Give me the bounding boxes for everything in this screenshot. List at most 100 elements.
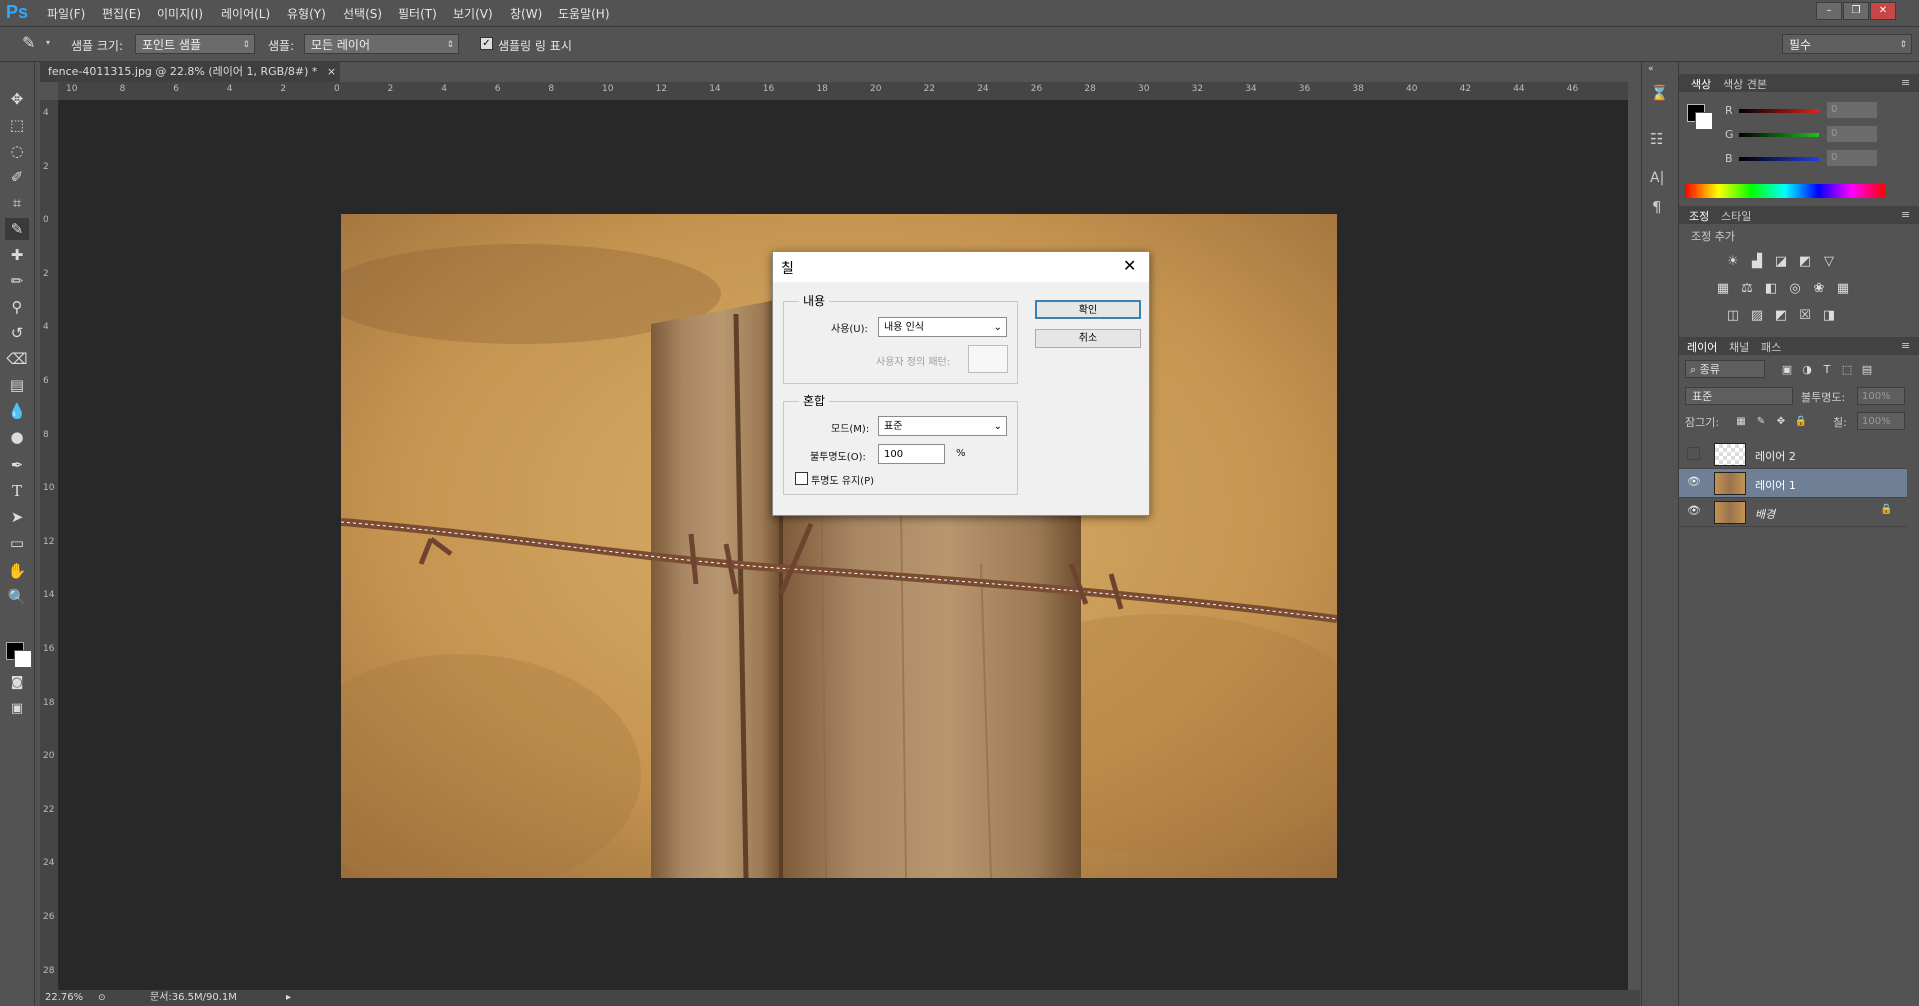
brightness-icon[interactable]: ☀ [1725, 255, 1741, 269]
smart-object-filter-icon[interactable]: ▤ [1859, 363, 1875, 377]
photo-filter-icon[interactable]: ◎ [1787, 282, 1803, 296]
quick-mask-icon[interactable]: ◙ [5, 672, 29, 694]
lock-position-icon[interactable]: ✥ [1773, 415, 1789, 429]
dialog-titlebar[interactable]: 칠 ✕ [773, 252, 1149, 282]
character-panel-icon[interactable]: A| [1650, 170, 1664, 186]
custom-pattern-picker[interactable] [968, 345, 1008, 373]
shape-filter-icon[interactable]: ⬚ [1839, 363, 1855, 377]
layer-row-selected[interactable]: 👁 레이어 1 [1679, 469, 1907, 498]
pen-tool-icon[interactable]: ✒ [5, 454, 29, 476]
menu-filter[interactable]: 필터(T) [398, 5, 437, 22]
eraser-tool-icon[interactable]: ⌫ [5, 348, 29, 370]
menu-help[interactable]: 도움말(H) [558, 5, 610, 22]
fill-input[interactable]: 100% [1857, 412, 1905, 430]
menu-layer[interactable]: 레이어(L) [221, 5, 270, 22]
panel-menu-icon[interactable]: ≡ [1901, 76, 1910, 89]
close-tab-icon[interactable]: × [327, 65, 336, 78]
green-value-input[interactable]: 0 [1827, 126, 1877, 142]
channel-mixer-icon[interactable]: ❀ [1811, 282, 1827, 296]
sample-select[interactable]: 모든 레이어 ⇕ [304, 34, 459, 54]
zoom-tool-icon[interactable]: 🔍 [5, 586, 29, 608]
menu-image[interactable]: 이미지(I) [157, 5, 203, 22]
lock-all-icon[interactable]: 🔒 [1793, 415, 1809, 429]
lock-pixels-icon[interactable]: ✎ [1753, 415, 1769, 429]
threshold-icon[interactable]: ◩ [1773, 309, 1789, 323]
pixel-filter-icon[interactable]: ▣ [1779, 363, 1795, 377]
menu-file[interactable]: 파일(F) [47, 5, 85, 22]
black-white-icon[interactable]: ◧ [1763, 282, 1779, 296]
quick-select-tool-icon[interactable]: ✐ [5, 166, 29, 188]
paragraph-panel-icon[interactable]: ¶ [1652, 198, 1662, 216]
layer-row[interactable]: 레이어 2 [1679, 440, 1907, 469]
blend-mode-select[interactable]: 표준 [1685, 387, 1793, 405]
clone-stamp-tool-icon[interactable]: ⚲ [5, 296, 29, 318]
dodge-tool-icon[interactable]: ● [5, 426, 29, 448]
menu-window[interactable]: 창(W) [510, 5, 542, 22]
history-brush-tool-icon[interactable]: ↺ [5, 322, 29, 344]
restore-button[interactable]: ❐ [1843, 2, 1869, 20]
mode-select[interactable]: 표준 ⌄ [878, 416, 1007, 436]
gradient-map-icon[interactable]: ◨ [1821, 309, 1837, 323]
crop-tool-icon[interactable]: ⌗ [5, 192, 29, 214]
background-color-swatch[interactable] [1695, 112, 1713, 130]
share-icon[interactable]: ⊙ [98, 990, 106, 1006]
minimize-button[interactable]: – [1816, 2, 1842, 20]
brush-tool-icon[interactable]: ✏ [5, 270, 29, 292]
layer-name[interactable]: 레이어 1 [1755, 477, 1796, 493]
path-select-tool-icon[interactable]: ➤ [5, 506, 29, 528]
blur-tool-icon[interactable]: 💧 [5, 400, 29, 422]
posterize-icon[interactable]: ▨ [1749, 309, 1765, 323]
hue-saturation-icon[interactable]: ▦ [1715, 282, 1731, 296]
tab-styles[interactable]: 스타일 [1721, 208, 1751, 224]
ok-button[interactable]: 확인 [1035, 300, 1141, 319]
opacity-input[interactable]: 100 [878, 444, 945, 464]
document-tab[interactable]: fence-4011315.jpg @ 22.8% (레이어 1, RGB/8#… [40, 62, 340, 82]
move-tool-icon[interactable]: ✥ [5, 88, 29, 110]
menu-type[interactable]: 유형(Y) [287, 5, 326, 22]
eyedropper-icon[interactable]: ✎ [22, 33, 35, 52]
menu-edit[interactable]: 편집(E) [102, 5, 141, 22]
curves-icon[interactable]: ◪ [1773, 255, 1789, 269]
red-value-input[interactable]: 0 [1827, 102, 1877, 118]
invert-icon[interactable]: ◫ [1725, 309, 1741, 323]
adjustment-filter-icon[interactable]: ◑ [1799, 363, 1815, 377]
lock-transparent-icon[interactable]: ▦ [1733, 415, 1749, 429]
tab-paths[interactable]: 패스 [1761, 339, 1781, 355]
layer-opacity-input[interactable]: 100% [1857, 387, 1905, 405]
gradient-tool-icon[interactable]: ▤ [5, 374, 29, 396]
properties-panel-icon[interactable]: ☷ [1650, 130, 1663, 148]
background-color-swatch[interactable] [14, 650, 32, 668]
color-lookup-icon[interactable]: ▦ [1835, 282, 1851, 296]
tool-preset-chevron-icon[interactable]: ▾ [46, 38, 50, 47]
history-panel-icon[interactable]: ⌛ [1650, 84, 1669, 102]
type-filter-icon[interactable]: T [1819, 363, 1835, 377]
tab-channels[interactable]: 채널 [1729, 339, 1749, 355]
zoom-level[interactable]: 22.76% [45, 990, 83, 1006]
panel-menu-icon[interactable]: ≡ [1901, 208, 1910, 221]
healing-brush-tool-icon[interactable]: ✚ [5, 244, 29, 266]
close-button[interactable]: ✕ [1870, 2, 1896, 20]
layer-name[interactable]: 레이어 2 [1755, 448, 1796, 464]
layer-filter-select[interactable]: ⌕ 종류 [1685, 360, 1765, 378]
close-icon[interactable]: ✕ [1123, 256, 1136, 275]
eye-icon[interactable]: 👁 [1687, 504, 1701, 517]
use-select[interactable]: 내용 인식 ⌄ [878, 317, 1007, 337]
layer-row[interactable]: 👁 배경 🔒 [1679, 498, 1907, 527]
tab-color[interactable]: 색상 [1691, 76, 1711, 92]
status-menu-arrow-icon[interactable]: ▸ [286, 990, 291, 1006]
tab-swatches[interactable]: 색상 견본 [1723, 76, 1767, 92]
collapse-icon[interactable]: « [1648, 64, 1654, 74]
blue-value-input[interactable]: 0 [1827, 150, 1877, 166]
cancel-button[interactable]: 취소 [1035, 329, 1141, 348]
tab-layers[interactable]: 레이어 [1687, 339, 1717, 355]
lasso-tool-icon[interactable]: ◌ [5, 140, 29, 162]
eyedropper-tool-icon[interactable]: ✎ [5, 218, 29, 240]
workspace-select[interactable]: 필수 ⇕ [1782, 34, 1912, 54]
shape-tool-icon[interactable]: ▭ [5, 532, 29, 554]
blue-slider[interactable] [1739, 157, 1819, 161]
type-tool-icon[interactable]: T [5, 480, 29, 502]
menu-select[interactable]: 선택(S) [343, 5, 382, 22]
sample-size-select[interactable]: 포인트 샘플 ⇕ [135, 34, 255, 54]
color-balance-icon[interactable]: ⚖ [1739, 282, 1755, 296]
layer-name[interactable]: 배경 [1755, 506, 1775, 522]
